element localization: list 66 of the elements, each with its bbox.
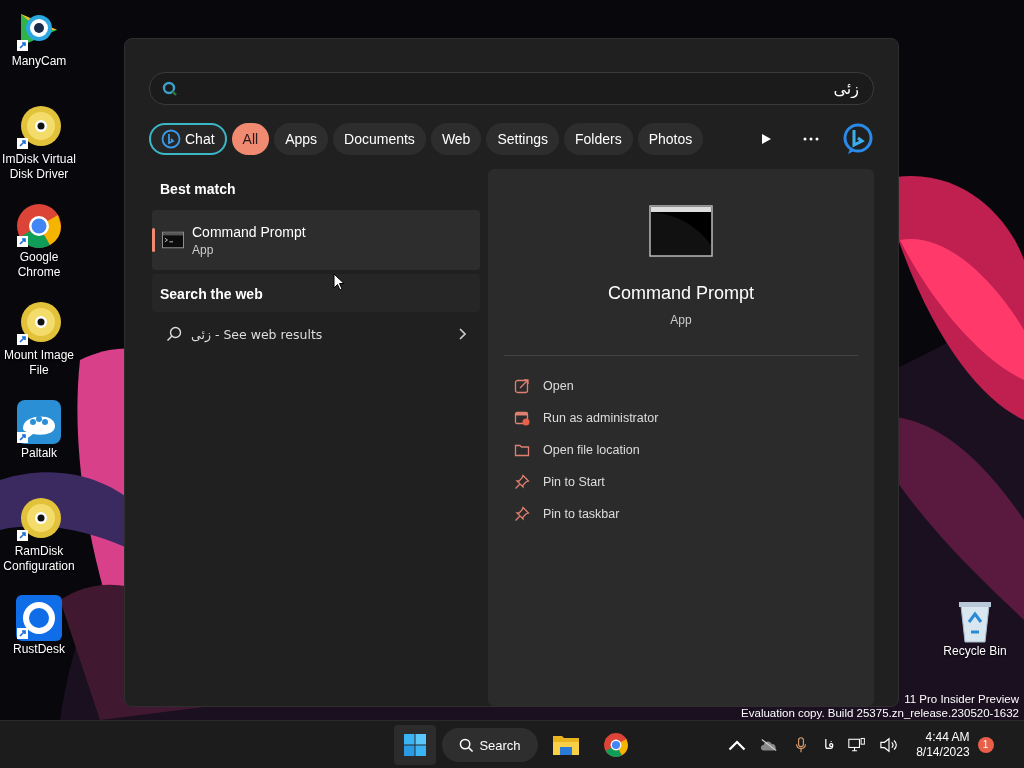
more-icon	[803, 137, 819, 141]
search-input[interactable]: زئی	[178, 78, 861, 99]
play-icon	[760, 133, 772, 145]
watermark-text: Evaluation copy. Build 25375.zn_release.230520-1632	[741, 706, 1019, 720]
time-text: 4:44 AM	[925, 729, 970, 745]
mouse-cursor	[333, 273, 345, 291]
web-result-item[interactable]: زئی - See web results	[152, 312, 480, 356]
filter-chip[interactable]: Photos	[637, 123, 704, 155]
search-icon	[166, 326, 182, 342]
section-heading: Search the web	[152, 274, 480, 312]
desktop-icon-label[interactable]: Mount Image File	[0, 348, 78, 378]
search-icon	[162, 80, 178, 97]
desktop-icon-label[interactable]: RustDesk	[0, 642, 78, 657]
filter-chip[interactable]: All	[231, 123, 270, 155]
watermark-text: 11 Pro Insider Preview	[904, 692, 1019, 706]
pin-icon	[514, 506, 530, 522]
bing-icon[interactable]	[842, 123, 874, 155]
taskbar-search-button[interactable]: Search	[442, 728, 538, 762]
action-item[interactable]: Pin to taskbar	[514, 498, 858, 530]
filter-chip[interactable]: Settings	[486, 123, 559, 155]
result-title: Command Prompt	[192, 223, 306, 240]
filter-chip[interactable]: Web	[430, 123, 482, 155]
filter-chip[interactable]: Chat	[149, 123, 227, 155]
desktop-icon-label[interactable]: Google Chrome	[0, 250, 78, 280]
filter-chip[interactable]: Apps	[274, 123, 329, 155]
language-indicator[interactable]: فا	[824, 737, 835, 752]
chat-people-icon[interactable]	[15, 398, 63, 446]
desktop-icon-label[interactable]: RamDisk Configuration	[0, 544, 78, 574]
result-item[interactable]: Command Prompt App	[152, 210, 480, 270]
desktop-icon-label[interactable]: Paltalk	[0, 446, 78, 461]
filter-chip[interactable]: Documents	[333, 123, 426, 155]
desktop-icon-label[interactable]: Recycle Bin	[936, 644, 1014, 659]
filter-chip[interactable]: Folders	[564, 123, 633, 155]
disc-icon[interactable]	[15, 104, 63, 152]
action-item[interactable]: Open	[514, 370, 858, 402]
clock[interactable]: 4:44 AM 8/14/2023	[916, 729, 970, 760]
terminal-icon	[162, 231, 184, 249]
search-field[interactable]: زئی	[149, 72, 874, 105]
folder-icon	[514, 442, 530, 458]
network-icon[interactable]	[848, 736, 867, 753]
bing-icon	[161, 129, 181, 149]
chrome-icon[interactable]	[15, 202, 63, 250]
pin-icon	[514, 474, 530, 490]
action-item[interactable]: Pin to Start	[514, 466, 858, 498]
app-title: Command Prompt	[607, 283, 755, 304]
section-heading: Best match	[159, 180, 237, 199]
date-text: 8/14/2023	[916, 744, 970, 760]
shield-window-icon	[514, 410, 530, 426]
start-button[interactable]	[394, 725, 436, 765]
chevron-right-icon	[458, 328, 466, 340]
disc-icon[interactable]	[15, 300, 63, 348]
chrome-icon[interactable]	[602, 732, 630, 758]
external-link-icon	[514, 378, 530, 394]
desktop-icon-label[interactable]: ManyCam	[0, 54, 78, 69]
action-item[interactable]: Run as administrator	[514, 402, 858, 434]
volume-icon[interactable]	[880, 736, 899, 753]
action-item[interactable]: Open file location	[514, 434, 858, 466]
result-subtitle: App	[192, 242, 215, 257]
app-type: App	[670, 313, 692, 327]
search-icon	[459, 737, 475, 753]
windows-logo-icon	[403, 733, 427, 757]
desktop-icon-label[interactable]: ImDisk Virtual Disk Driver	[0, 152, 78, 182]
cloud-off-icon[interactable]	[760, 736, 778, 753]
ring-icon[interactable]	[15, 594, 63, 642]
terminal-icon	[649, 205, 713, 257]
disc-icon[interactable]	[15, 496, 63, 544]
